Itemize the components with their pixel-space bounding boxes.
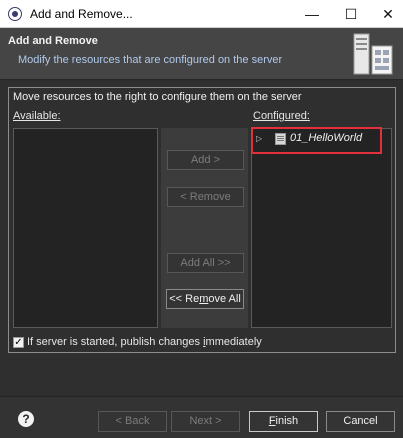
- remove-all-button[interactable]: << Remove All: [166, 289, 244, 309]
- dialog-description: Modify the resources that are configured…: [18, 54, 283, 66]
- finish-mnemonic: F: [268, 415, 276, 427]
- publish-checkbox[interactable]: ✓: [13, 337, 24, 348]
- next-button[interactable]: Next >: [171, 411, 240, 432]
- remove-button[interactable]: < Remove: [167, 187, 244, 207]
- highlight-annotation: [251, 127, 382, 154]
- minimize-button[interactable]: —: [294, 0, 330, 28]
- publish-label-suffix: mmediately: [205, 336, 262, 348]
- close-button[interactable]: ✕: [370, 0, 403, 28]
- add-button[interactable]: Add >: [167, 150, 244, 170]
- dialog-title: Add and Remove: [8, 35, 98, 47]
- eclipse-icon: [8, 7, 22, 21]
- available-label: Available:: [13, 110, 61, 122]
- cancel-button[interactable]: Cancel: [326, 411, 395, 432]
- server-icon: [353, 33, 393, 75]
- title-bar: Add and Remove... — ☐ ✕: [0, 0, 403, 28]
- dialog-header: Add and Remove Modify the resources that…: [0, 28, 403, 80]
- finish-label: inish: [275, 415, 299, 427]
- configured-list[interactable]: [251, 128, 392, 328]
- remove-all-mnemonic: m: [199, 293, 209, 305]
- configured-label: Configured:: [253, 110, 310, 122]
- maximize-button[interactable]: ☐: [333, 0, 369, 28]
- remove-all-label-suffix: ove All: [208, 293, 241, 305]
- finish-button[interactable]: Finish: [249, 411, 318, 432]
- instructions-label: Move resources to the right to configure…: [13, 91, 302, 103]
- add-all-button[interactable]: Add All >>: [167, 253, 244, 273]
- help-icon[interactable]: ?: [18, 411, 34, 427]
- window-title: Add and Remove...: [30, 7, 133, 21]
- publish-label-prefix: If server is started, publish changes: [27, 336, 204, 348]
- publish-label: If server is started, publish changes im…: [27, 336, 262, 348]
- back-button[interactable]: < Back: [98, 411, 167, 432]
- remove-all-label-prefix: << Re: [169, 293, 200, 305]
- move-buttons-panel: Add > < Remove Add All >> << Remove All: [161, 128, 248, 328]
- available-list[interactable]: [13, 128, 158, 328]
